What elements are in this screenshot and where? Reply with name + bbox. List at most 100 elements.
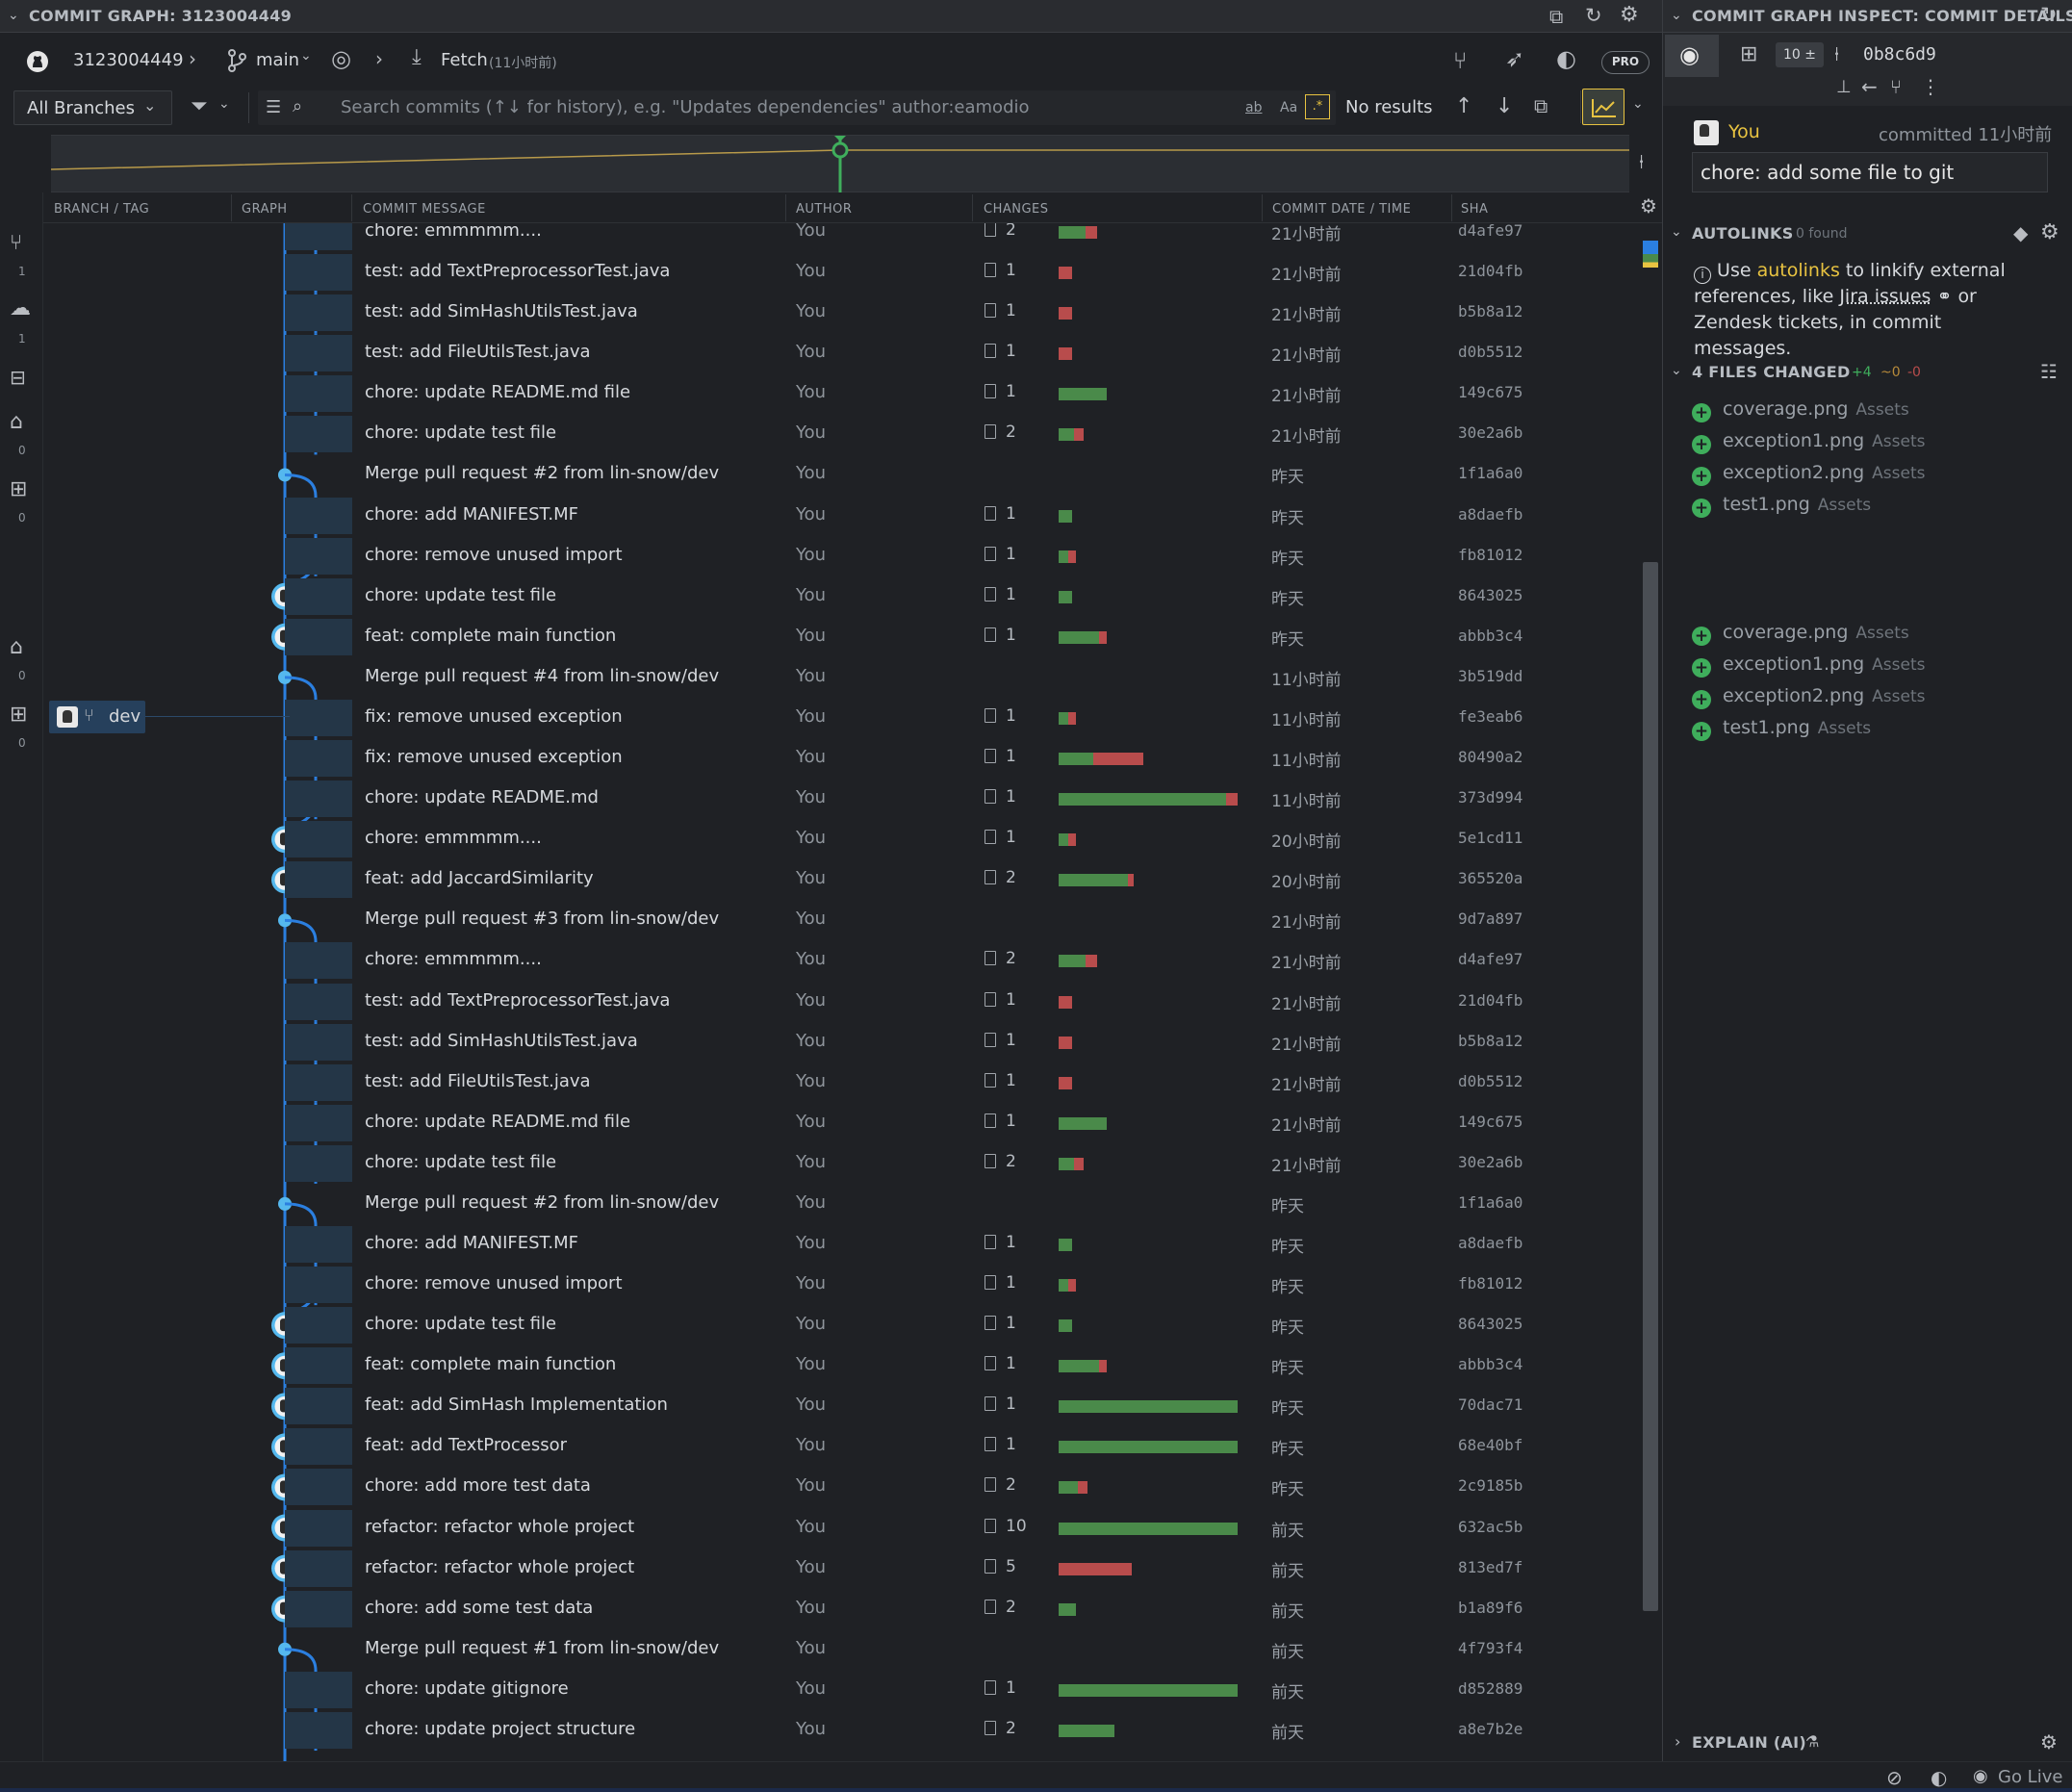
commit-minimap[interactable] (51, 135, 1629, 192)
col-sha[interactable]: SHA (1461, 202, 1488, 217)
commit-message[interactable]: feat: add TextProcessor (365, 1435, 567, 1455)
commit-row[interactable]: fix: remove unused exception You 1 11小时前 fe3… (43, 698, 1641, 738)
commit-sha[interactable]: 30e2a6b (1458, 423, 1522, 442)
arrow-up-icon[interactable]: ↑ (1455, 94, 1472, 118)
chevron-down-icon[interactable]: ⌄ (1671, 224, 1682, 240)
commit-sha[interactable]: 70dac71 (1458, 1395, 1522, 1414)
col-graph[interactable]: GRAPH (242, 202, 288, 217)
commit-row[interactable]: chore: update test file You 2 21小时前 30e2a6b (43, 1143, 1641, 1184)
changed-file-item[interactable]: + test1.png Assets (1692, 717, 1871, 741)
commit-sha[interactable]: 373d994 (1458, 788, 1522, 806)
broadcast-icon[interactable]: ◉ (1973, 1766, 1988, 1786)
commit-sha[interactable]: b5b8a12 (1458, 302, 1522, 320)
commit-message[interactable]: chore: add more test data (365, 1475, 591, 1496)
commit-row[interactable]: chore: update test file You 1 昨天 8643025 (43, 1305, 1641, 1345)
commit-sha[interactable]: d0b5512 (1458, 1072, 1522, 1090)
commit-message[interactable]: fix: remove unused exception (365, 706, 623, 727)
tag-icon[interactable]: ⌂ (10, 635, 23, 659)
commit-row[interactable]: chore: update test file You 2 21小时前 30e2a6b (43, 414, 1641, 454)
commit-sha[interactable]: d0b5512 (1458, 343, 1522, 361)
commit-row[interactable]: test: add TextPreprocessorTest.java You 1 2… (43, 982, 1641, 1022)
commit-sha[interactable]: abbb3c4 (1458, 627, 1522, 645)
col-divider[interactable] (1262, 194, 1263, 221)
gear-icon[interactable]: ⚙ (2040, 220, 2059, 244)
commit-message[interactable]: feat: add JaccardSimilarity (365, 868, 594, 888)
commit-sha[interactable]: 8643025 (1458, 586, 1522, 604)
branch-selector[interactable]: main (256, 50, 299, 70)
commit-sha[interactable]: 21d04fb (1458, 991, 1522, 1010)
more-icon[interactable]: ⋮ (1921, 75, 1940, 98)
commit-row[interactable]: feat: add JaccardSimilarity You 2 20小时前 3655… (43, 859, 1641, 900)
commit-message[interactable]: test: add SimHashUtilsTest.java (365, 1031, 638, 1051)
commit-sha[interactable]: 149c675 (1458, 1113, 1522, 1131)
col-author[interactable]: AUTHOR (796, 202, 852, 217)
commit-sha[interactable]: abbb3c4 (1458, 1355, 1522, 1373)
commit-row[interactable]: feat: complete main function You 1 昨天 abbb3c… (43, 617, 1641, 657)
commit-sha[interactable]: 30e2a6b (1458, 1153, 1522, 1171)
commit-message[interactable]: feat: add SimHash Implementation (365, 1395, 668, 1415)
commit-sha[interactable]: 2c9185b (1458, 1476, 1522, 1495)
commit-sha[interactable]: 80490a2 (1458, 748, 1522, 766)
refresh-icon[interactable]: ↻ (1585, 4, 1602, 27)
commit-message[interactable]: chore: emmmmm.... (365, 949, 542, 969)
commit-message[interactable]: feat: complete main function (365, 1354, 616, 1374)
commit-sha[interactable]: a8e7b2e (1458, 1720, 1522, 1738)
files-changed-title[interactable]: 4 FILES CHANGED (1692, 363, 1851, 381)
commit-message[interactable]: chore: update README.md file (365, 1112, 630, 1132)
col-branch-tag[interactable]: BRANCH / TAG (54, 202, 149, 217)
commit-sha[interactable]: 813ed7f (1458, 1558, 1522, 1576)
open-external-icon[interactable]: ⧉ (1549, 5, 1563, 28)
commit-sha[interactable]: fe3eab6 (1458, 707, 1522, 726)
commit-message[interactable]: Merge pull request #1 from lin-snow/dev (365, 1638, 719, 1658)
commit-sha[interactable]: d4afe97 (1458, 950, 1522, 968)
commit-row[interactable]: Merge pull request #3 from lin-snow/dev Y… (43, 900, 1641, 940)
commit-list-scrollbar[interactable] (1641, 223, 1660, 1763)
commit-row[interactable]: refactor: refactor whole project You 5 前天 81… (43, 1549, 1641, 1589)
commit-message[interactable]: Merge pull request #2 from lin-snow/dev (365, 1192, 719, 1213)
commit-row[interactable]: chore: update project structure You 2 前天 a8e… (43, 1710, 1641, 1751)
search-icon[interactable]: ⌕ (293, 96, 302, 116)
match-case-toggle[interactable]: Aa (1280, 100, 1297, 115)
scrollbar-thumb[interactable] (1643, 562, 1658, 1611)
commit-row[interactable]: chore: remove unused import You 1 昨天 fb81012 (43, 1265, 1641, 1305)
column-settings-icon[interactable]: ⚙ (1640, 194, 1657, 218)
col-date[interactable]: COMMIT DATE / TIME (1272, 202, 1411, 217)
cloud-icon[interactable]: ☁ (10, 296, 31, 320)
col-message[interactable]: COMMIT MESSAGE (363, 202, 486, 217)
autolinks-link[interactable]: autolinks (1757, 260, 1840, 281)
commit-message[interactable]: chore: remove unused import (365, 1273, 623, 1293)
commit-sha[interactable]: 1f1a6a0 (1458, 1193, 1522, 1212)
commit-row[interactable]: test: add SimHashUtilsTest.java You 1 21小时前… (43, 1022, 1641, 1062)
commit-message[interactable]: chore: update test file (365, 585, 556, 605)
refresh-icon[interactable]: ↻ (2040, 3, 2058, 26)
branch-label-dev[interactable]: ⑂ dev (49, 701, 145, 733)
branch-graph-icon[interactable]: ⑂ (1453, 47, 1467, 74)
arrow-left-icon[interactable]: ← (1861, 75, 1878, 98)
commit-row[interactable]: test: add TextPreprocessorTest.java You 1 2… (43, 252, 1641, 293)
regex-toggle[interactable]: .* (1305, 94, 1330, 119)
commit-message[interactable]: chore: update README.md (365, 787, 599, 807)
commit-message[interactable]: fix: remove unused exception (365, 747, 623, 767)
commit-message[interactable]: chore: emmmmm.... (365, 828, 542, 848)
commit-sha[interactable]: 8643025 (1458, 1315, 1522, 1333)
commit-sha[interactable]: 149c675 (1458, 383, 1522, 401)
filter-icon[interactable]: ⏷ (191, 94, 208, 118)
commit-sha[interactable]: 4f793f4 (1458, 1639, 1522, 1657)
commit-message[interactable]: chore: update gitignore (365, 1678, 569, 1699)
commit-row[interactable]: chore: emmmmm.... You 2 21小时前 d4afe97 (43, 223, 1641, 252)
match-word-toggle[interactable]: ab (1245, 100, 1262, 115)
chevron-down-icon[interactable]: ⌄ (1632, 96, 1644, 112)
commit-message-box[interactable]: chore: add some file to git (1692, 152, 2048, 192)
commit-message[interactable]: chore: remove unused import (365, 545, 623, 565)
commit-row[interactable]: test: add FileUtilsTest.java You 1 21小时前 d0b… (43, 1062, 1641, 1103)
commit-sha[interactable]: b1a89f6 (1458, 1599, 1522, 1617)
commit-row[interactable]: chore: add MANIFEST.MF You 1 昨天 a8daefb (43, 1224, 1641, 1265)
commit-sha[interactable]: 632ac5b (1458, 1518, 1522, 1536)
tab-commit[interactable]: ◉ (1665, 35, 1719, 77)
commit-message[interactable]: chore: add some test data (365, 1598, 593, 1618)
col-divider[interactable] (785, 194, 786, 221)
commit-row[interactable]: chore: emmmmm.... You 1 20小时前 5e1cd11 (43, 819, 1641, 859)
gear-icon[interactable]: ⚙ (1620, 3, 1639, 27)
gitlens-icon[interactable]: ◐ (1931, 1766, 1947, 1789)
chevron-down-icon[interactable]: ⌄ (8, 8, 19, 23)
